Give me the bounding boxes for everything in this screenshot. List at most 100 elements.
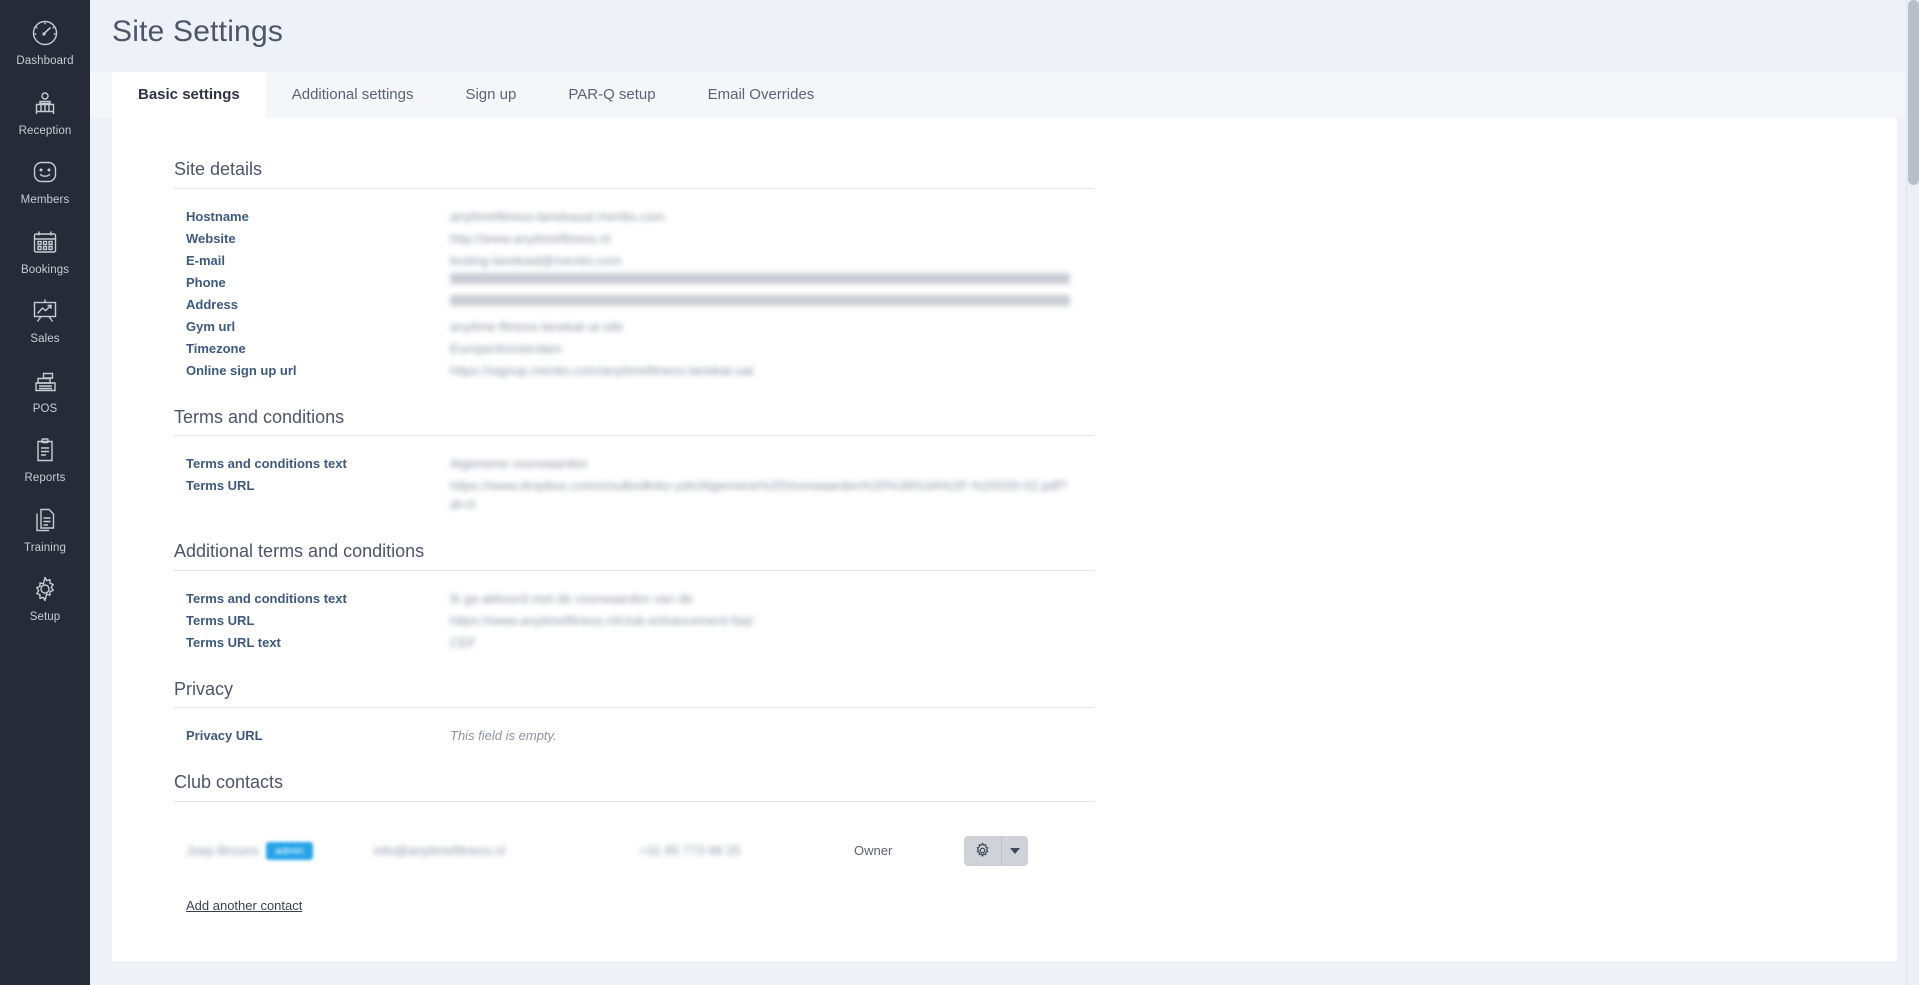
row-value: Europe/Amsterdam bbox=[450, 340, 562, 356]
contact-actions-split-button[interactable] bbox=[964, 835, 1028, 866]
row-label: Terms URL bbox=[186, 612, 255, 628]
detail-row: Terms and conditions text Algemene voorw… bbox=[174, 454, 1142, 473]
row-value: https://signup.mentio.com/anytimefitness… bbox=[450, 362, 754, 378]
chevron-down-icon[interactable] bbox=[1002, 836, 1028, 866]
sidebar-label: Dashboard bbox=[16, 55, 74, 67]
row-label: Online sign up url bbox=[186, 362, 297, 378]
privacy-rows: Privacy URL This field is empty. bbox=[174, 714, 1142, 745]
tab-sign-up[interactable]: Sign up bbox=[439, 72, 542, 118]
settings-tabs: Basic settings Additional settings Sign … bbox=[90, 72, 1919, 118]
row-label: Phone bbox=[186, 274, 226, 290]
row-label: Terms URL text bbox=[186, 634, 281, 650]
detail-row: E-mail testing-lanekaal@mentio.com bbox=[174, 251, 1142, 270]
main-content: Site Settings Basic settings Additional … bbox=[90, 0, 1919, 985]
row-value: https://www.anytimefitness.nl/club-enhan… bbox=[450, 612, 754, 628]
detail-row: Terms URL https://www.anytimefitness.nl/… bbox=[174, 611, 1142, 630]
scrollbar-thumb[interactable] bbox=[1908, 0, 1919, 185]
detail-row: Website http://www.anytimefitness.nl bbox=[174, 229, 1142, 248]
tab-additional-settings[interactable]: Additional settings bbox=[266, 72, 440, 118]
row-label: Timezone bbox=[186, 340, 246, 356]
section-title-terms: Terms and conditions bbox=[174, 406, 1094, 436]
club-contacts-list: Joep Brouns admin info@anytimefitness.nl… bbox=[174, 808, 1142, 915]
contact-email: info@anytimefitness.nl bbox=[374, 843, 505, 858]
detail-row: Privacy URL This field is empty. bbox=[174, 726, 1142, 745]
sidebar-item-setup[interactable]: Setup bbox=[0, 562, 90, 632]
row-value: https://www.dropbox.com/s/xulbvdkrko-ydn… bbox=[450, 478, 1068, 512]
section-title-club-contacts: Club contacts bbox=[174, 771, 1094, 802]
sidebar-item-sales[interactable]: Sales bbox=[0, 284, 90, 354]
smiley-face-icon bbox=[28, 155, 62, 189]
main-sidebar: Dashboard Reception Members Bookings Sal… bbox=[0, 0, 90, 985]
sidebar-label: Reception bbox=[18, 124, 72, 137]
sidebar-item-dashboard[interactable]: Dashboard bbox=[0, 6, 90, 76]
row-value: 000000000 bbox=[450, 294, 1070, 306]
contact-phone: +31 85 773 99 25 bbox=[639, 843, 741, 858]
contact-name-cell: Joep Brouns admin bbox=[174, 841, 374, 860]
sidebar-item-reception[interactable]: Reception bbox=[0, 76, 90, 146]
page-title: Site Settings bbox=[112, 15, 284, 48]
contact-role: Owner bbox=[854, 843, 893, 858]
sidebar-label: Members bbox=[20, 194, 70, 206]
detail-row: Address 000000000 bbox=[174, 294, 1142, 314]
sidebar-item-bookings[interactable]: Bookings bbox=[0, 215, 90, 285]
vertical-scrollbar[interactable] bbox=[1906, 0, 1919, 985]
row-value: anytimefitness-lanekauat.mentio.com bbox=[450, 208, 665, 224]
row-label: Privacy URL bbox=[186, 728, 263, 743]
row-label: E-mail bbox=[186, 252, 226, 268]
detail-row: Terms URL text CEF bbox=[174, 633, 1142, 652]
add-another-contact-link[interactable]: Add another contact bbox=[174, 898, 302, 913]
sidebar-item-reports[interactable]: Reports bbox=[0, 423, 90, 493]
row-label: Hostname bbox=[186, 208, 249, 224]
row-value: Algemene voorwaarden bbox=[450, 456, 588, 471]
detail-row: Hostname anytimefitness-lanekauat.mentio… bbox=[174, 207, 1142, 226]
settings-card: Site details Hostname anytimefitness-lan… bbox=[112, 118, 1897, 963]
app-root: Dashboard Reception Members Bookings Sal… bbox=[0, 0, 1919, 985]
sidebar-label: Bookings bbox=[20, 263, 70, 276]
settings-content: Site details Hostname anytimefitness-lan… bbox=[112, 158, 1142, 915]
row-value: Ik ga akkoord met de voorwaarden van de bbox=[450, 590, 693, 606]
terms-rows: Terms and conditions text Algemene voorw… bbox=[174, 442, 1142, 514]
contact-row: Joep Brouns admin info@anytimefitness.nl… bbox=[174, 830, 1142, 872]
page-header: Site Settings bbox=[90, 0, 1919, 72]
detail-row: Terms URL https://www.dropbox.com/s/xulb… bbox=[174, 476, 1142, 514]
cash-register-icon bbox=[28, 364, 62, 398]
section-title-additional-terms: Additional terms and conditions bbox=[174, 540, 1094, 571]
contact-name: Joep Brouns bbox=[186, 843, 259, 858]
row-label: Website bbox=[186, 230, 236, 246]
site-details-rows: Hostname anytimefitness-lanekauat.mentio… bbox=[174, 195, 1142, 380]
section-title-privacy: Privacy bbox=[174, 678, 1094, 708]
sidebar-item-training[interactable]: Training bbox=[0, 493, 90, 563]
section-title-site-details: Site details bbox=[174, 158, 1094, 189]
sidebar-label: Sales bbox=[30, 333, 60, 345]
gear-icon[interactable] bbox=[964, 835, 1002, 866]
sidebar-label: POS bbox=[32, 402, 58, 415]
row-value: testing-lanekaal@mentio.com bbox=[450, 252, 622, 268]
sidebar-item-members[interactable]: Members bbox=[0, 145, 90, 215]
tab-email-overrides[interactable]: Email Overrides bbox=[682, 72, 841, 118]
detail-row: Timezone Europe/Amsterdam bbox=[174, 339, 1142, 358]
row-value: http://www.anytimefitness.nl bbox=[450, 230, 611, 246]
speedometer-icon bbox=[28, 16, 62, 50]
gear-icon bbox=[28, 572, 62, 606]
reception-desk-icon bbox=[28, 86, 62, 120]
contact-actions bbox=[964, 835, 1028, 866]
tab-par-q-setup[interactable]: PAR-Q setup bbox=[542, 72, 681, 118]
row-label: Terms and conditions text bbox=[186, 590, 347, 606]
detail-row: Terms and conditions text Ik ga akkoord … bbox=[174, 589, 1142, 608]
clipboard-icon bbox=[28, 433, 62, 467]
row-value: anytime-fitness-lanekat-ut-site bbox=[450, 318, 624, 334]
empty-field-note: This field is empty. bbox=[450, 728, 557, 743]
row-label: Gym url bbox=[186, 318, 236, 334]
presentation-chart-icon bbox=[28, 294, 62, 328]
row-label: Terms URL bbox=[186, 478, 255, 493]
status-badge: admin bbox=[266, 841, 313, 860]
detail-row: Online sign up url https://signup.mentio… bbox=[174, 361, 1142, 380]
sidebar-item-pos[interactable]: POS bbox=[0, 354, 90, 424]
tab-basic-settings[interactable]: Basic settings bbox=[112, 72, 266, 118]
sidebar-label: Setup bbox=[29, 611, 61, 623]
row-value: CEF bbox=[450, 634, 476, 650]
row-label: Terms and conditions text bbox=[186, 456, 347, 471]
detail-row: Gym url anytime-fitness-lanekat-ut-site bbox=[174, 317, 1142, 336]
sidebar-label: Training bbox=[24, 541, 66, 554]
sidebar-label: Reports bbox=[24, 472, 66, 484]
